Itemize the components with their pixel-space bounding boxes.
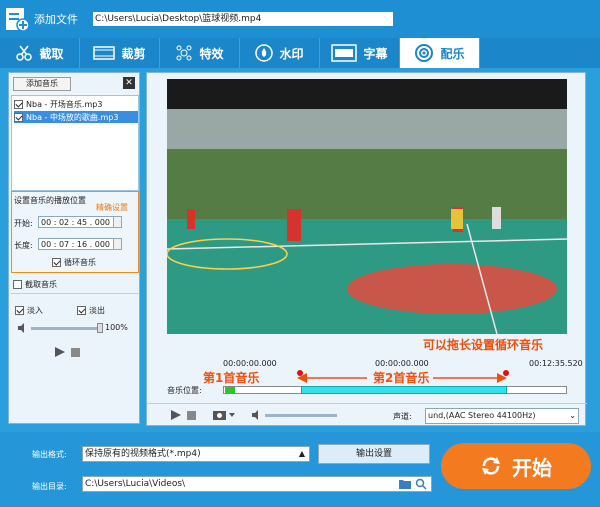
video-panel: 可以拖长设置循环音乐 00:00:00.000 00:00:00.000 00:… bbox=[146, 72, 587, 426]
fade-out-checkbox[interactable] bbox=[77, 306, 86, 315]
channel-value: und,(AAC Stereo 44100Hz) bbox=[428, 411, 536, 420]
divider bbox=[147, 403, 587, 404]
top-bar: 添加文件 C:\Users\Lucia\Desktop\篮球视频.mp4 bbox=[0, 0, 600, 38]
loop-label: 循环音乐 bbox=[64, 258, 96, 267]
segment-start-handle[interactable] bbox=[297, 370, 303, 376]
music-disc-icon bbox=[415, 44, 434, 62]
file-path: C:\Users\Lucia\Desktop\篮球视频.mp4 bbox=[93, 12, 393, 26]
chevron-down-icon: ⌄ bbox=[569, 411, 576, 420]
segment-end-handle[interactable] bbox=[503, 370, 509, 376]
tab-crop-label: 裁剪 bbox=[121, 46, 146, 61]
tab-music-label: 配乐 bbox=[440, 46, 465, 61]
tab-music[interactable]: 配乐 bbox=[400, 38, 480, 68]
fade-out-label: 淡出 bbox=[89, 306, 105, 315]
output-format-value: 保持原有的视频格式(*.mp4) bbox=[85, 449, 201, 459]
list-item[interactable]: Nba - 开场音乐.mp3 bbox=[14, 98, 138, 110]
loop-checkbox[interactable] bbox=[52, 258, 61, 267]
tab-bar: 截取 裁剪 特效 水印 字幕 配乐 bbox=[0, 38, 600, 68]
tab-watermark[interactable]: 水印 bbox=[240, 38, 320, 68]
start-label: 开始: bbox=[14, 219, 33, 228]
chevron-up-icon: ▲ bbox=[298, 449, 305, 458]
stop-icon[interactable] bbox=[187, 411, 196, 420]
channel-select[interactable]: und,(AAC Stereo 44100Hz) ⌄ bbox=[425, 408, 579, 424]
length-time-input[interactable]: 00 : 07 : 16 . 000 bbox=[38, 238, 122, 250]
music-list: Nba - 开场音乐.mp3 Nba - 中场放的歌曲.mp3 bbox=[11, 95, 139, 191]
music-item-label: Nba - 开场音乐.mp3 bbox=[26, 99, 103, 109]
music-checkbox[interactable] bbox=[14, 112, 23, 122]
video-volume-slider[interactable] bbox=[265, 414, 337, 417]
first-music-annotation: 第1首音乐 bbox=[203, 371, 260, 385]
refresh-icon bbox=[482, 457, 500, 475]
divider bbox=[11, 293, 139, 294]
precise-setting-label: 精确设置 bbox=[96, 203, 128, 212]
tab-effects[interactable]: 特效 bbox=[160, 38, 240, 68]
output-settings-button[interactable]: 输出设置 bbox=[318, 444, 430, 464]
scissors-icon bbox=[16, 45, 33, 61]
capture-label: 截取音乐 bbox=[25, 280, 57, 289]
loop-annotation: 可以拖长设置循环音乐 bbox=[423, 338, 544, 352]
output-format-label: 输出格式: bbox=[32, 450, 67, 459]
channel-label: 声道: bbox=[393, 412, 412, 421]
tab-subtitle-label: 字幕 bbox=[363, 46, 388, 61]
stop-icon[interactable] bbox=[71, 348, 80, 357]
length-label: 长度: bbox=[14, 241, 33, 250]
music-position-label: 音乐位置: bbox=[167, 386, 202, 395]
output-dir-value: C:\Users\Lucia\Videos\ bbox=[85, 479, 186, 489]
play-position-box: 设置音乐的播放位置 精确设置 开始: 00 : 02 : 45 . 000 长度… bbox=[11, 191, 139, 273]
close-icon[interactable]: ✕ bbox=[123, 77, 135, 89]
time-start: 00:00:00.000 bbox=[223, 359, 277, 368]
add-file-button[interactable]: 添加文件 bbox=[4, 4, 90, 34]
output-dir-input[interactable]: C:\Users\Lucia\Videos\ bbox=[82, 476, 432, 492]
tab-effects-label: 特效 bbox=[199, 46, 224, 61]
music-checkbox[interactable] bbox=[14, 99, 23, 109]
music-panel: 添加音乐 ✕ Nba - 开场音乐.mp3 Nba - 中场放的歌曲.mp3 设… bbox=[8, 72, 140, 424]
fade-in-label: 淡入 bbox=[27, 306, 43, 315]
music-item-label: Nba - 中场放的歌曲.mp3 bbox=[26, 112, 119, 122]
first-music-segment[interactable] bbox=[225, 387, 235, 393]
second-music-segment[interactable] bbox=[301, 386, 507, 394]
fade-out-option[interactable]: 淡出 bbox=[77, 305, 105, 316]
add-file-icon bbox=[6, 8, 30, 32]
capture-checkbox[interactable] bbox=[13, 280, 22, 289]
camera-icon[interactable] bbox=[213, 409, 235, 420]
video-preview bbox=[167, 79, 567, 334]
fade-in-option[interactable]: 淡入 bbox=[15, 305, 43, 316]
time-end: 00:12:35.520 bbox=[529, 359, 583, 368]
volume-percent: 100% bbox=[105, 323, 128, 332]
output-dir-label: 输出目录: bbox=[32, 482, 67, 491]
list-item[interactable]: Nba - 中场放的歌曲.mp3 bbox=[14, 111, 138, 123]
loop-music-option[interactable]: 循环音乐 bbox=[52, 257, 96, 268]
water-drop-icon bbox=[255, 44, 274, 62]
tab-crop[interactable]: 裁剪 bbox=[80, 38, 160, 68]
fade-in-checkbox[interactable] bbox=[15, 306, 24, 315]
add-file-label: 添加文件 bbox=[34, 13, 78, 26]
tab-watermark-label: 水印 bbox=[279, 46, 304, 61]
capture-music-option[interactable]: 截取音乐 bbox=[13, 279, 57, 290]
add-music-button[interactable]: 添加音乐 bbox=[13, 77, 71, 91]
start-time-input[interactable]: 00 : 02 : 45 . 000 bbox=[38, 216, 122, 228]
speaker-icon bbox=[18, 323, 24, 333]
search-icon[interactable] bbox=[415, 478, 427, 490]
sparkle-icon bbox=[176, 45, 192, 61]
crop-icon bbox=[93, 46, 116, 60]
start-button[interactable]: 开始 bbox=[441, 443, 591, 489]
output-format-select[interactable]: 保持原有的视频格式(*.mp4) ▲ bbox=[82, 446, 310, 462]
play-icon[interactable] bbox=[171, 410, 181, 420]
time-mid: 00:00:00.000 bbox=[375, 359, 429, 368]
basketball-court-image bbox=[167, 79, 567, 334]
speaker-icon bbox=[252, 410, 258, 420]
folder-icon[interactable] bbox=[399, 479, 411, 489]
start-label: 开始 bbox=[512, 455, 552, 480]
play-icon[interactable] bbox=[55, 347, 65, 357]
tab-trim[interactable]: 截取 bbox=[0, 38, 80, 68]
tab-subtitle[interactable]: 字幕 bbox=[320, 38, 400, 68]
volume-slider[interactable] bbox=[31, 327, 101, 330]
position-title: 设置音乐的播放位置 bbox=[14, 196, 86, 205]
subtitle-icon bbox=[331, 44, 358, 62]
tab-trim-label: 截取 bbox=[39, 46, 64, 61]
loop-arrows bbox=[297, 373, 507, 383]
volume-slider-handle[interactable] bbox=[97, 323, 103, 333]
